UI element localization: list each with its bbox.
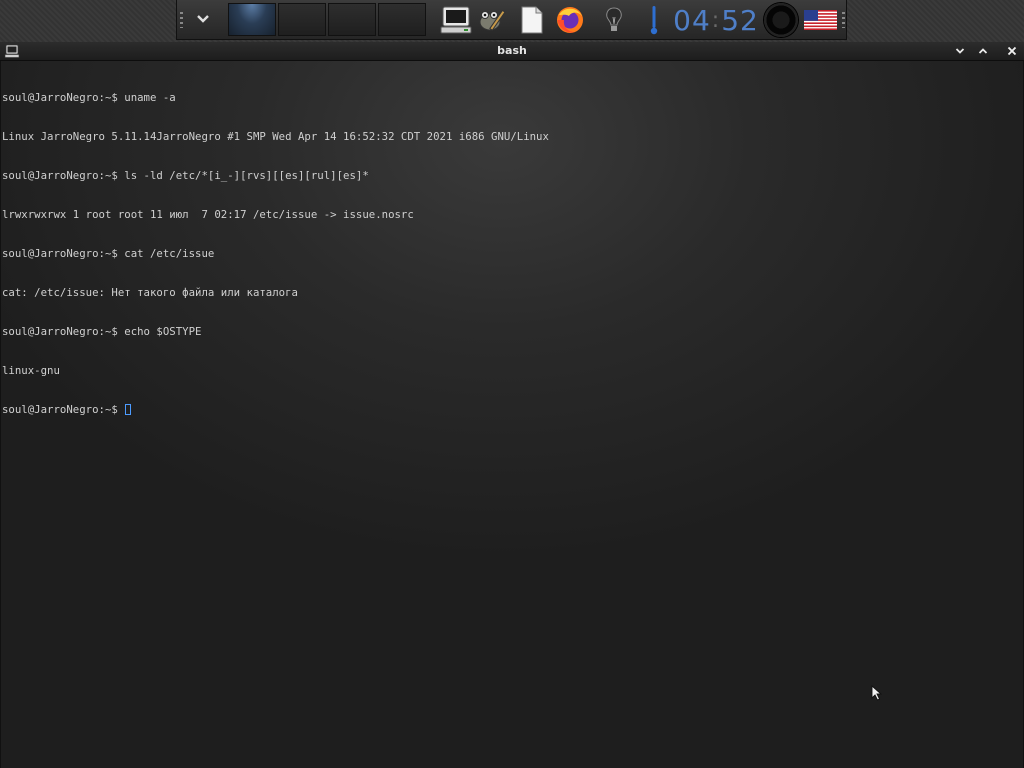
workspace-1[interactable]: [228, 3, 276, 36]
workspace-4[interactable]: [378, 3, 426, 36]
mouse-pointer-icon: [871, 685, 883, 701]
us-flag-keyboard-layout-icon[interactable]: [804, 10, 837, 30]
lightbulb-icon: [606, 7, 622, 31]
volume-knob[interactable]: [764, 3, 798, 37]
workspace-3[interactable]: [328, 3, 376, 36]
thermometer-icon: [650, 6, 658, 35]
applications-menu-button[interactable]: [191, 6, 215, 32]
chevron-up-icon: [978, 48, 988, 54]
panel-grip-left[interactable]: [180, 12, 183, 28]
terminal-lines: soul@JarroNegro:~$ uname -a Linux JarroN…: [2, 65, 549, 442]
chevron-down-icon: [955, 48, 965, 54]
workspace-2[interactable]: [278, 3, 326, 36]
gimp-launcher[interactable]: [475, 3, 509, 37]
terminal-line: linux-gnu: [2, 364, 60, 377]
maximize-button[interactable]: [975, 43, 991, 59]
gimp-icon: [479, 9, 506, 31]
minimize-button[interactable]: [952, 43, 968, 59]
terminal-prompt-line[interactable]: soul@JarroNegro:~$: [2, 403, 549, 416]
window-title: bash: [497, 44, 527, 57]
terminal-line: Linux JarroNegro 5.11.14JarroNegro #1 SM…: [2, 130, 549, 143]
clock-separator: :: [711, 7, 721, 33]
close-button[interactable]: [1004, 43, 1020, 59]
workspace-pager: [228, 3, 430, 36]
panel-clock[interactable]: 04:52: [673, 2, 759, 38]
firefox-icon: [557, 7, 583, 33]
text-editor-launcher[interactable]: [515, 3, 549, 37]
panel-grip-right[interactable]: [842, 12, 845, 28]
clock-hours: 04: [673, 3, 711, 37]
terminal-line: soul@JarroNegro:~$ uname -a: [2, 91, 176, 104]
terminal-line: cat: /etc/issue: Нет такого файла или ка…: [2, 286, 298, 299]
document-icon: [521, 6, 543, 34]
terminal-launcher[interactable]: [439, 3, 473, 37]
window-titlebar[interactable]: bash: [0, 42, 1024, 61]
clock-minutes: 52: [721, 3, 759, 37]
top-panel: 04:52: [176, 0, 847, 40]
chevron-down-icon: [197, 15, 209, 23]
close-icon: [1007, 46, 1017, 56]
terminal-line: lrwxrwxrwx 1 root root 11 июл 7 02:17 /e…: [2, 208, 414, 221]
firefox-launcher[interactable]: [553, 3, 587, 37]
terminal-output-area[interactable]: soul@JarroNegro:~$ uname -a Linux JarroN…: [0, 61, 1024, 768]
text-cursor: [125, 404, 132, 415]
lightbulb-launcher[interactable]: [597, 3, 631, 37]
terminal-icon: [440, 6, 472, 34]
temperature-monitor[interactable]: [637, 3, 671, 37]
terminal-line: soul@JarroNegro:~$ cat /etc/issue: [2, 247, 215, 260]
terminal-line: soul@JarroNegro:~$ ls -ld /etc/*[i_-][rv…: [2, 169, 369, 182]
terminal-line: soul@JarroNegro:~$ echo $OSTYPE: [2, 325, 202, 338]
terminal-prompt: soul@JarroNegro:~$: [2, 403, 125, 416]
